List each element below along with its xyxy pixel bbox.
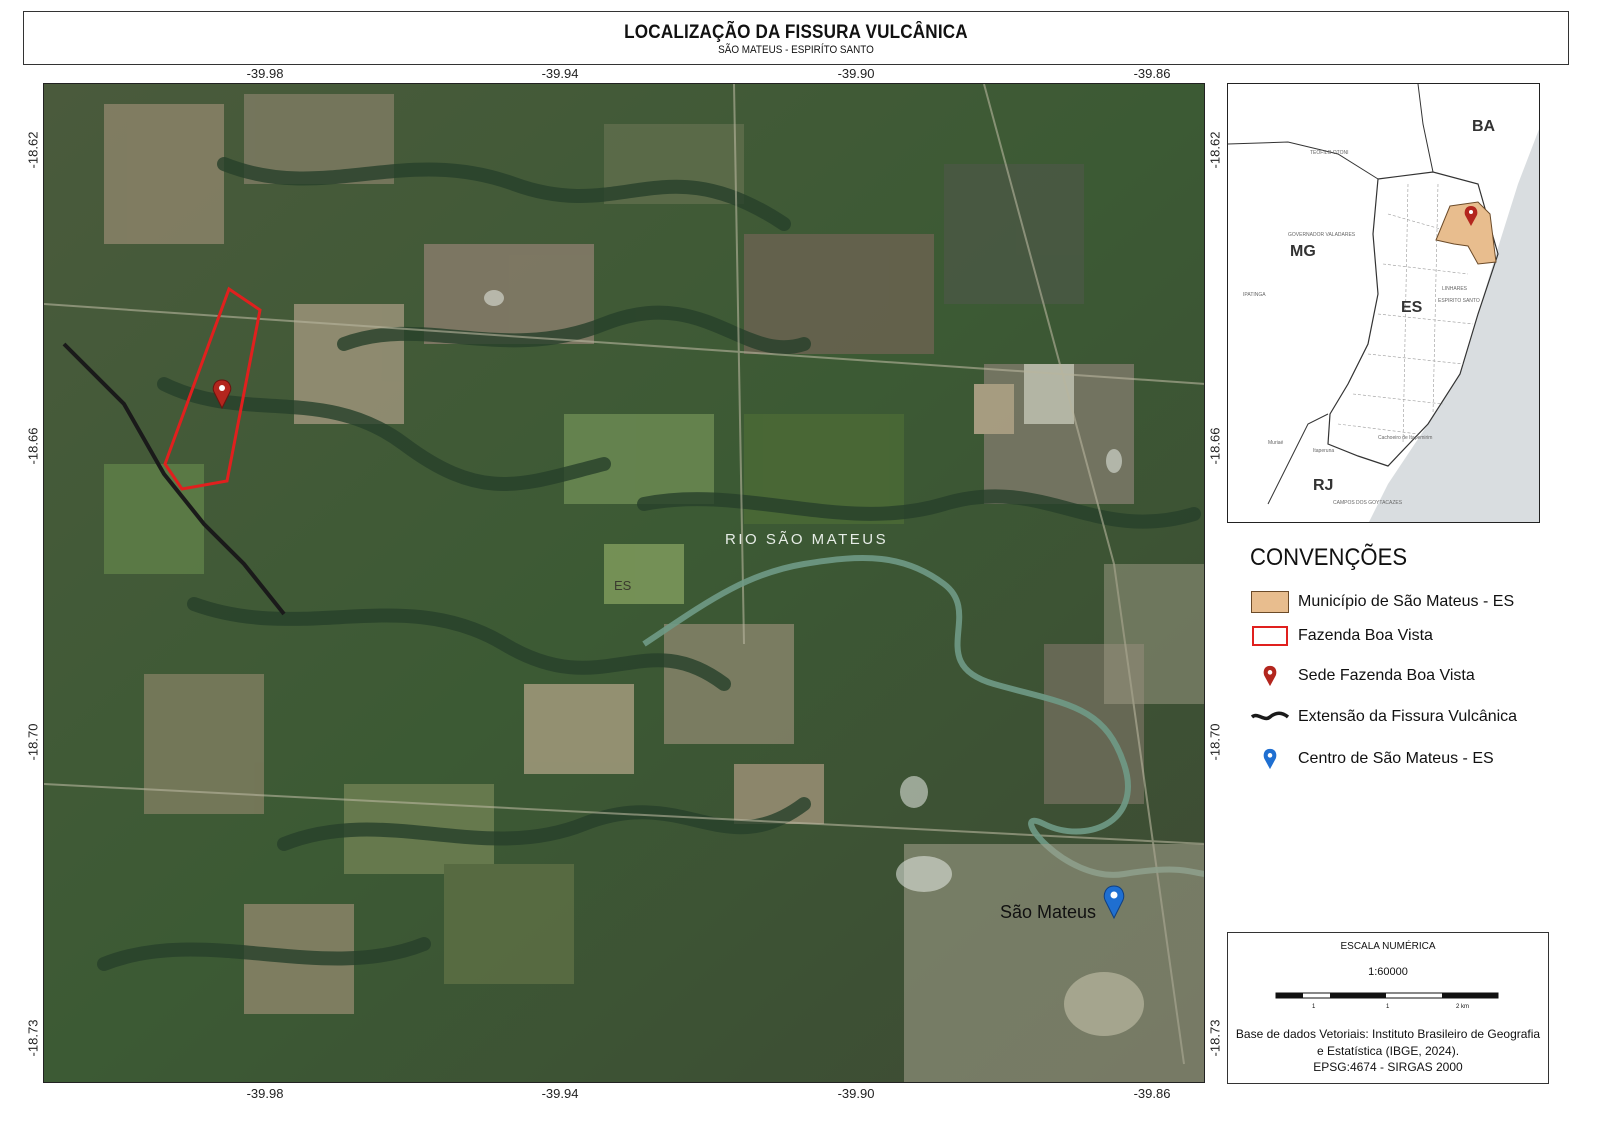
legend-label-fissure: Extensão da Fissura Vulcânica — [1298, 708, 1518, 725]
legend-title: CONVENÇÕES — [1250, 544, 1408, 571]
inset-label-campos: CAMPOS DOS GOYTACAZES — [1333, 500, 1403, 506]
inset-label-rj: RJ — [1313, 477, 1333, 494]
bottom-tick-lon-1: -39.98 — [246, 1086, 284, 1101]
red-pin-icon — [1250, 665, 1290, 687]
legend-label-city-center: Centro de São Mateus - ES — [1298, 750, 1494, 767]
inset-label-linhares: LINHARES — [1442, 286, 1468, 292]
inset-label-teofilo: TEÓFILO OTONI — [1310, 149, 1349, 156]
right-tick-lat-4: -18.73 — [1207, 1019, 1223, 1057]
scale-box: ESCALA NUMÉRICA 1:60000 1 1 2 km Base de… — [1227, 932, 1549, 1084]
scale-ratio: 1:60000 — [1368, 966, 1408, 978]
blue-pin-icon — [1250, 748, 1290, 770]
inset-map-canvas: BA MG ES RJ TEÓFILO OTONI GOVERNADOR VAL… — [1228, 84, 1539, 522]
legend-label-farm-seat: Sede Fazenda Boa Vista — [1298, 667, 1475, 684]
municipality-swatch — [1250, 591, 1290, 613]
scale-title: ESCALA NUMÉRICA — [1340, 941, 1436, 952]
top-tick-lon-1: -39.98 — [246, 66, 284, 81]
top-tick-lon-4: -39.86 — [1133, 66, 1171, 81]
legend-label-farm: Fazenda Boa Vista — [1298, 627, 1433, 644]
legend-item-fissure: Extensão da Fissura Vulcânica — [1250, 703, 1517, 731]
left-tick-lat-2: -18.66 — [25, 427, 41, 465]
map-subtitle: SÃO MATEUS - ESPIRÍTO SANTO — [718, 44, 874, 56]
inset-label-ipatinga: IPATINGA — [1243, 292, 1266, 298]
legend-item-municipality: Município de São Mateus - ES — [1250, 588, 1514, 616]
inset-label-mg: MG — [1290, 243, 1316, 260]
source-line-3: EPSG:4674 - SIRGAS 2000 — [1313, 1060, 1463, 1074]
inset-label-espirito: ESPIRITO SANTO — [1438, 298, 1480, 304]
scale-tick-1: 1 — [1312, 1004, 1316, 1010]
title-box: LOCALIZAÇÃO DA FISSURA VULCÂNICA SÃO MAT… — [23, 11, 1569, 65]
fissure-line-swatch — [1250, 706, 1290, 728]
right-tick-lat-1: -18.62 — [1207, 131, 1223, 169]
satellite-map[interactable]: RIO SÃO MATEUS ES São Mateus — [43, 83, 1205, 1083]
farm-outline-swatch — [1250, 625, 1290, 647]
state-label: ES — [614, 578, 632, 593]
top-tick-lon-2: -39.94 — [541, 66, 579, 81]
city-label: São Mateus — [1000, 902, 1096, 922]
inset-label-cachoeiro: Cachoeiro de Itapemirim — [1378, 435, 1432, 441]
legend-label-municipality: Município de São Mateus - ES — [1298, 593, 1515, 610]
satellite-map-canvas: RIO SÃO MATEUS ES São Mateus — [44, 84, 1204, 1082]
inset-label-governador: GOVERNADOR VALADARES — [1288, 232, 1356, 238]
center-pivot — [1064, 972, 1144, 1036]
inset-label-ba: BA — [1472, 118, 1496, 135]
left-tick-lat-1: -18.62 — [25, 131, 41, 169]
river-label: RIO SÃO MATEUS — [725, 531, 888, 548]
scale-tick-3: 2 km — [1456, 1004, 1470, 1010]
inset-label-es: ES — [1401, 299, 1423, 316]
right-tick-lat-2: -18.66 — [1207, 427, 1223, 465]
bottom-tick-lon-3: -39.90 — [837, 1086, 875, 1101]
legend-item-farm-seat: Sede Fazenda Boa Vista — [1250, 662, 1475, 690]
source-line-2: e Estatística (IBGE, 2024). — [1316, 1044, 1460, 1058]
source-line-1: Base de dados Vetoriais: Instituto Brasi… — [1235, 1027, 1541, 1041]
right-tick-lat-3: -18.70 — [1207, 723, 1223, 761]
inset-label-muriae: Muriaé — [1268, 440, 1284, 446]
bottom-tick-lon-2: -39.94 — [541, 1086, 579, 1101]
inset-label-itaperuna: Itaperuna — [1313, 448, 1334, 454]
left-tick-lat-3: -18.70 — [25, 723, 41, 761]
left-tick-lat-4: -18.73 — [25, 1019, 41, 1057]
legend-item-farm: Fazenda Boa Vista — [1250, 622, 1433, 650]
inset-locator-map[interactable]: BA MG ES RJ TEÓFILO OTONI GOVERNADOR VAL… — [1227, 83, 1540, 523]
scale-tick-2: 1 — [1386, 1004, 1390, 1010]
legend-item-city-center: Centro de São Mateus - ES — [1250, 745, 1494, 773]
top-tick-lon-3: -39.90 — [837, 66, 875, 81]
map-title: LOCALIZAÇÃO DA FISSURA VULCÂNICA — [624, 22, 968, 43]
bottom-tick-lon-4: -39.86 — [1133, 1086, 1171, 1101]
